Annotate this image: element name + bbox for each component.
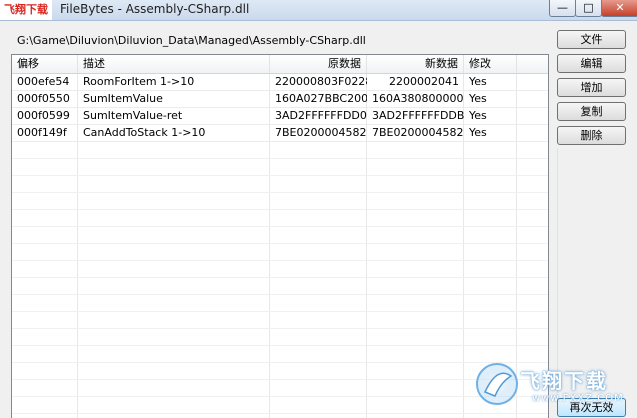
edit-button[interactable]: 编辑	[557, 54, 626, 73]
empty-row-line	[12, 311, 548, 312]
cell-new-data: 3AD2FFFFFFDDB...	[372, 109, 464, 122]
watermark-top-text: 飞翔下载	[0, 0, 52, 20]
empty-row-line	[12, 243, 548, 244]
column-header-offset[interactable]: 偏移	[12, 55, 78, 73]
table-row[interactable]: 000f0599 SumItemValue-ret 3AD2FFFFFFDD0.…	[12, 108, 548, 125]
delete-button[interactable]: 删除	[557, 126, 626, 145]
cell-original-data: 7BE02000045822...	[275, 126, 367, 139]
empty-row-line	[12, 209, 548, 210]
cell-offset: 000f0599	[17, 109, 70, 122]
cell-modified: Yes	[469, 75, 487, 88]
cell-modified: Yes	[469, 109, 487, 122]
empty-row-line	[12, 158, 548, 159]
copy-button[interactable]: 复制	[557, 102, 626, 121]
file-path-label: G:\Game\Diluvion\Diluvion_Data\Managed\A…	[17, 34, 366, 47]
title-bar: FileBytes - Assembly-CSharp.dll	[0, 0, 637, 21]
watermark-site-url: www.FXXZ.COM	[532, 393, 624, 404]
empty-row-line	[12, 294, 548, 295]
cell-original-data: 3AD2FFFFFFDD0...	[275, 109, 367, 122]
cell-description: SumItemValue	[83, 92, 163, 105]
patch-list[interactable]: 偏移 描述 原数据 新数据 修改 000efe54 RoomForItem 1-…	[11, 54, 549, 418]
cell-original-data: 220000803F0228...	[275, 75, 367, 88]
cell-new-data: 7BE02000045822...	[372, 126, 464, 139]
column-header-new-data[interactable]: 新数据	[367, 55, 464, 73]
minimize-button[interactable]: —	[549, 0, 576, 17]
cell-original-data: 160A027BBC200...	[275, 92, 367, 105]
file-button[interactable]: 文件	[557, 30, 626, 49]
watermark-site-name: 飞翔下载	[520, 369, 608, 393]
empty-row-line	[12, 277, 548, 278]
cell-offset: 000f0550	[17, 92, 70, 105]
empty-row-line	[12, 328, 548, 329]
empty-row-line	[12, 396, 548, 397]
empty-row-line	[12, 362, 548, 363]
close-button[interactable]: ✕	[601, 0, 637, 17]
cell-description: RoomForItem 1->10	[83, 75, 195, 88]
cell-description: SumItemValue-ret	[83, 109, 183, 122]
maximize-button[interactable]: □	[575, 0, 602, 17]
column-header-modified[interactable]: 修改	[464, 55, 517, 73]
empty-row-line	[12, 175, 548, 176]
empty-row-line	[12, 413, 548, 414]
table-row[interactable]: 000f0550 SumItemValue 160A027BBC200... 1…	[12, 91, 548, 108]
empty-row-line	[12, 260, 548, 261]
cell-modified: Yes	[469, 92, 487, 105]
table-row[interactable]: 000f149f CanAddToStack 1->10 7BE02000045…	[12, 125, 548, 142]
empty-row-line	[12, 345, 548, 346]
column-header-original-data[interactable]: 原数据	[270, 55, 367, 73]
cell-description: CanAddToStack 1->10	[83, 126, 206, 139]
empty-row-line	[12, 379, 548, 380]
list-header: 偏移 描述 原数据 新数据 修改	[12, 55, 548, 74]
empty-row-line	[12, 226, 548, 227]
cell-new-data: 160A3808000000...	[372, 92, 464, 105]
cell-offset: 000f149f	[17, 126, 67, 139]
cell-modified: Yes	[469, 126, 487, 139]
empty-row-line	[12, 192, 548, 193]
cell-new-data: 2200002041	[389, 75, 459, 88]
add-button[interactable]: 增加	[557, 78, 626, 97]
window-title: FileBytes - Assembly-CSharp.dll	[60, 2, 250, 16]
column-header-description[interactable]: 描述	[78, 55, 270, 73]
cell-offset: 000efe54	[17, 75, 70, 88]
table-row[interactable]: 000efe54 RoomForItem 1->10 220000803F022…	[12, 74, 548, 91]
